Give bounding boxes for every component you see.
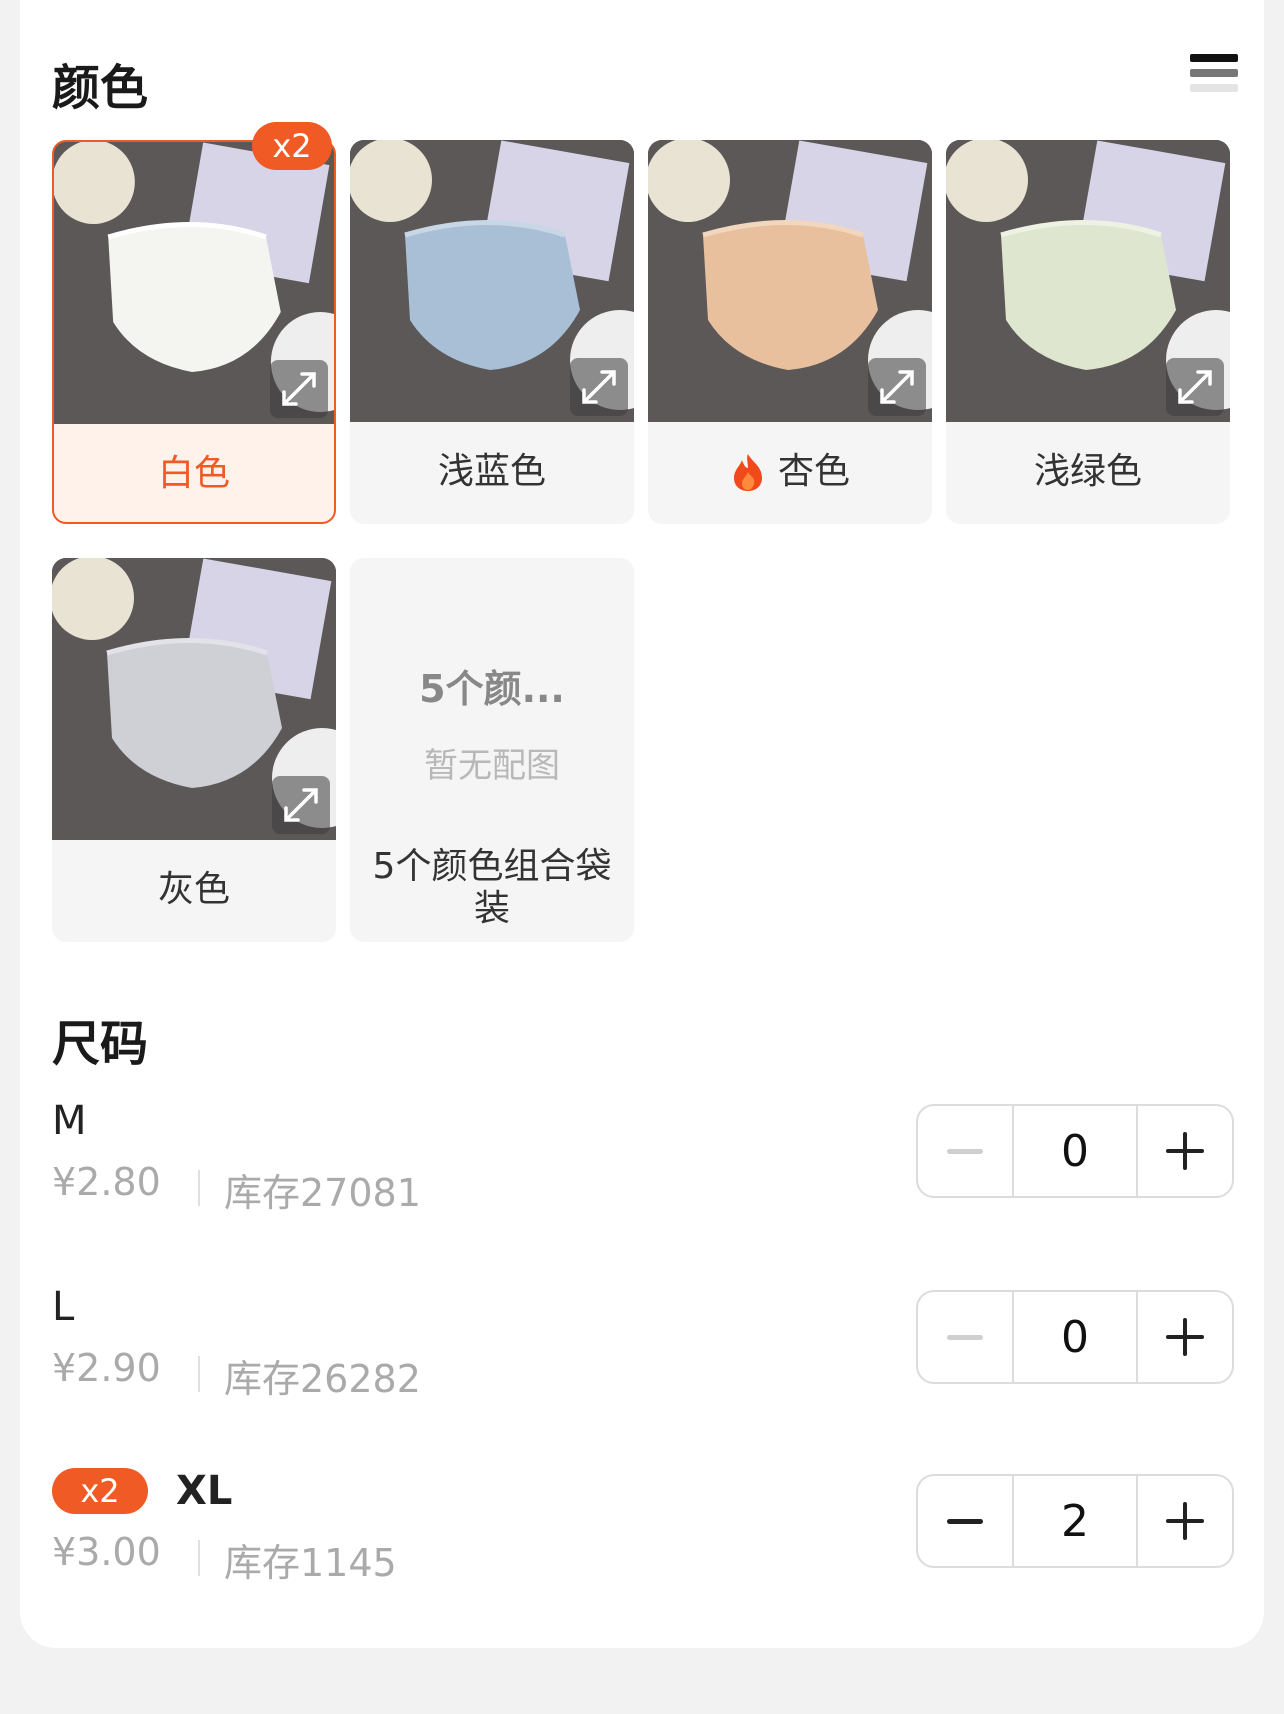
size-stock: 库存27081: [224, 1171, 421, 1215]
expand-image-button[interactable]: [272, 776, 330, 834]
plus-icon: [1166, 1502, 1204, 1540]
expand-image-button[interactable]: [570, 358, 628, 416]
plus-icon: [1166, 1132, 1204, 1170]
minus-icon: [947, 1334, 983, 1340]
size-price: ¥2.90: [52, 1346, 161, 1390]
color-label-row: 杏色: [648, 422, 932, 522]
divider: [198, 1540, 200, 1576]
color-option-light-blue[interactable]: 浅蓝色: [350, 140, 634, 524]
size-price: ¥3.00: [52, 1530, 161, 1574]
size-name: M: [52, 1098, 87, 1144]
increment-button[interactable]: [1138, 1292, 1232, 1382]
quantity-value[interactable]: 0: [1012, 1292, 1138, 1382]
quantity-value[interactable]: 0: [1012, 1106, 1138, 1196]
size-price: ¥2.80: [52, 1160, 161, 1204]
color-label: 灰色: [157, 869, 230, 910]
color-label: 浅绿色: [1033, 451, 1142, 492]
plus-icon: [1166, 1318, 1204, 1356]
size-row-xl: x2 XL ¥3.00 库存1145 2: [52, 1468, 1252, 1618]
color-option-light-green[interactable]: 浅绿色: [946, 140, 1230, 524]
decrement-button[interactable]: [918, 1476, 1012, 1566]
increment-button[interactable]: [1138, 1476, 1232, 1566]
divider: [198, 1356, 200, 1392]
color-label: 杏色: [777, 451, 850, 492]
no-image-text: 暂无配图: [424, 746, 560, 786]
list-view-icon[interactable]: [1190, 54, 1238, 104]
selected-count-badge: x2: [52, 1468, 148, 1514]
color-label: 5个颜色组合袋装: [372, 846, 612, 929]
divider: [198, 1170, 200, 1206]
color-option-white[interactable]: 白色: [52, 140, 336, 524]
quantity-stepper: 0: [916, 1104, 1234, 1198]
sku-panel: 颜色 白色 x2 浅蓝色 杏色 浅绿色 灰色 5个颜... 暂无配图 5个颜色组…: [20, 0, 1264, 1648]
quantity-value[interactable]: 2: [1012, 1476, 1138, 1566]
minus-icon: [947, 1518, 983, 1524]
color-label: 白色: [157, 453, 230, 494]
decrement-button[interactable]: [918, 1106, 1012, 1196]
placeholder-title: 5个颜...: [419, 667, 565, 711]
color-option-combo-pack[interactable]: 5个颜... 暂无配图 5个颜色组合袋装: [350, 558, 634, 942]
hot-fire-icon: [733, 454, 762, 491]
expand-image-button[interactable]: [270, 360, 328, 418]
size-row-l: L ¥2.90 库存26282 0: [52, 1284, 1252, 1434]
increment-button[interactable]: [1138, 1106, 1232, 1196]
color-section-title: 颜色: [52, 60, 149, 116]
quantity-stepper: 0: [916, 1290, 1234, 1384]
size-section-title: 尺码: [52, 1016, 149, 1072]
color-option-gray[interactable]: 灰色: [52, 558, 336, 942]
quantity-stepper: 2: [916, 1474, 1234, 1568]
color-option-apricot[interactable]: 杏色: [648, 140, 932, 524]
selected-count-badge: x2: [252, 122, 332, 170]
decrement-button[interactable]: [918, 1292, 1012, 1382]
expand-image-button[interactable]: [1166, 358, 1224, 416]
size-name: XL: [176, 1468, 233, 1514]
size-name: L: [52, 1284, 75, 1330]
size-stock: 库存26282: [224, 1357, 421, 1401]
color-label: 浅蓝色: [437, 451, 546, 492]
expand-image-button[interactable]: [868, 358, 926, 416]
size-stock: 库存1145: [224, 1541, 397, 1585]
minus-icon: [947, 1148, 983, 1154]
size-row-m: M ¥2.80 库存27081 0: [52, 1098, 1252, 1248]
